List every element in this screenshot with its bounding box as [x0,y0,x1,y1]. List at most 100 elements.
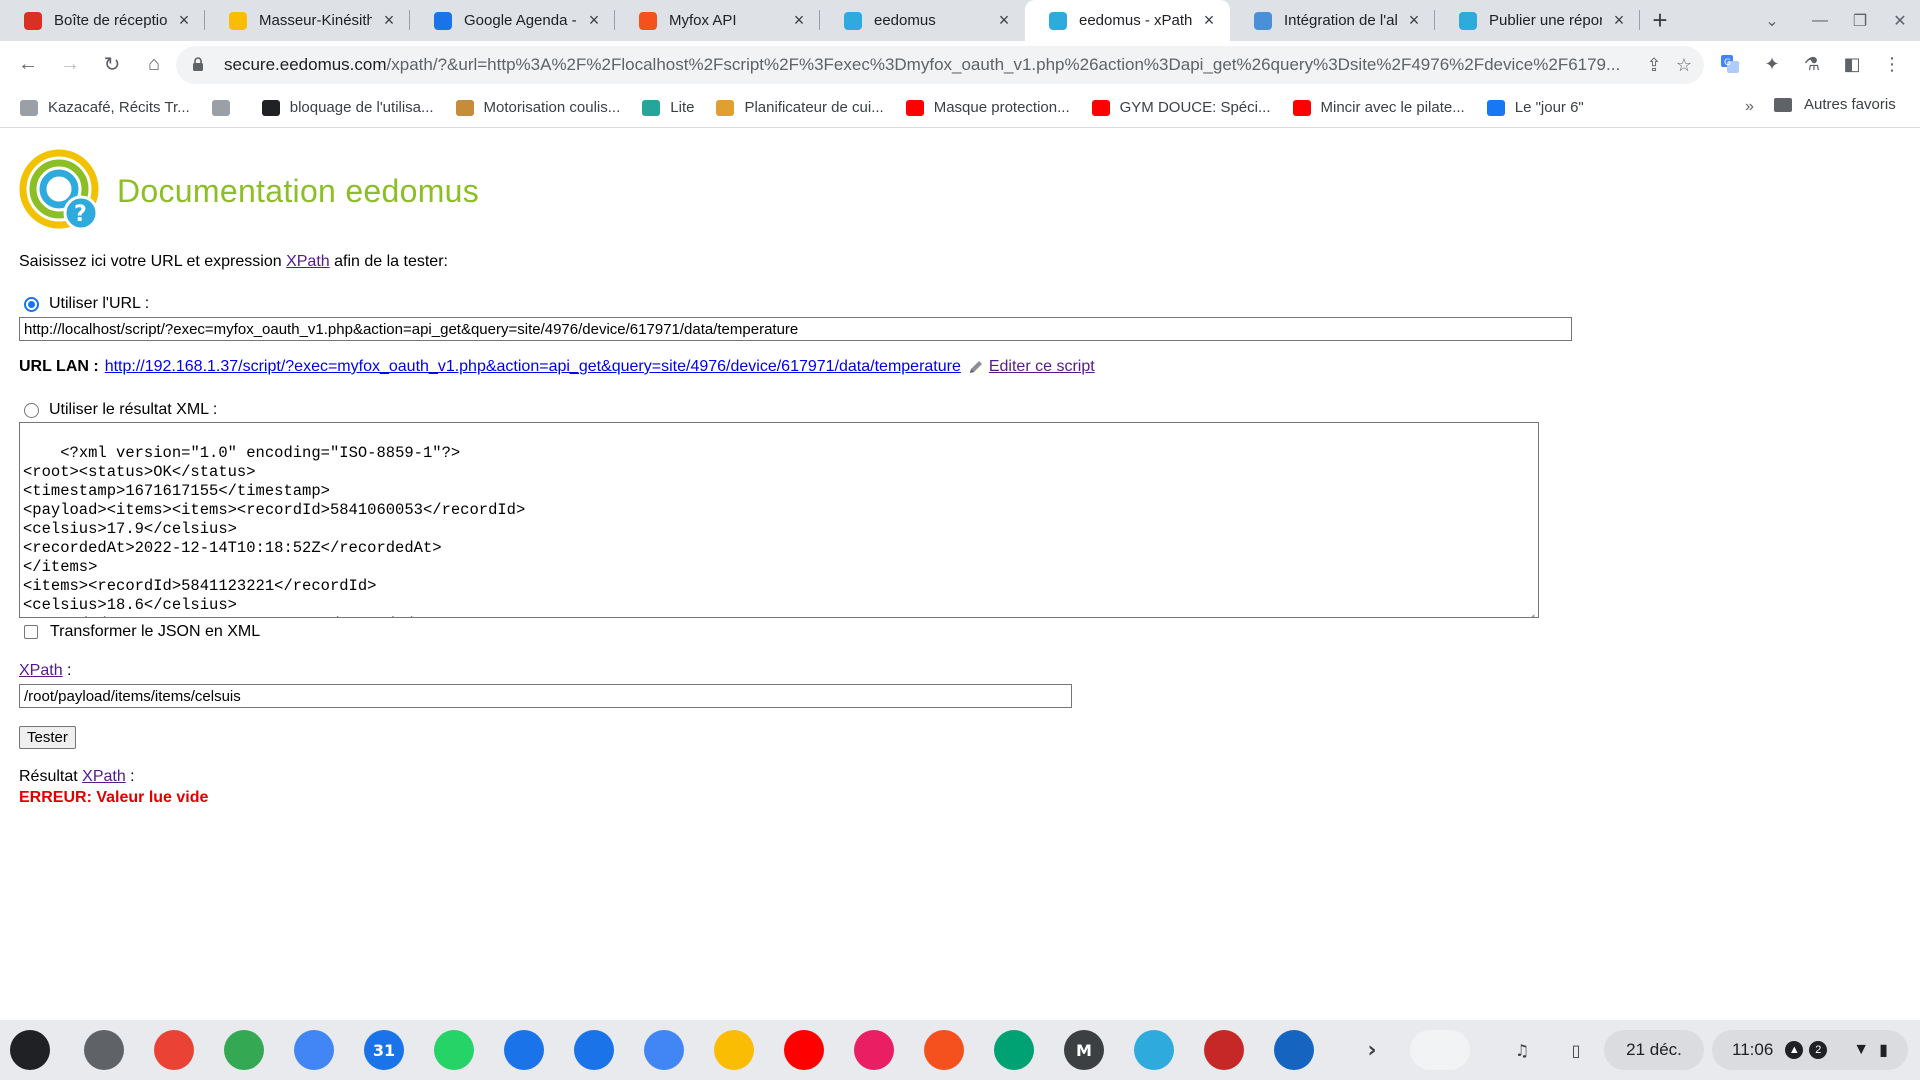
browser-tab[interactable]: Intégration de l'ala × [1230,0,1435,41]
address-url[interactable]: secure.eedomus.com/xpath/?&url=http%3A%2… [224,55,1624,75]
close-window-icon[interactable]: ✕ [1880,0,1920,41]
close-tab-icon[interactable]: × [790,10,808,31]
m-icon[interactable]: M [1064,1030,1104,1070]
tab-title: Google Agenda - S [464,12,577,29]
bookmark-item[interactable] [211,99,240,116]
play-store-icon[interactable] [994,1030,1034,1070]
xml-option[interactable]: Utiliser le résultat XML : [24,401,217,419]
labs-icon[interactable]: ⚗ [1794,46,1830,82]
xpath-label-link[interactable]: XPath [19,662,63,679]
url-lan-row: URL LAN : http://192.168.1.37/script/?ex… [19,358,1095,376]
phone-hub-icon[interactable]: ▯ [1556,1030,1596,1070]
bookmark-item[interactable]: GYM DOUCE: Spéci... [1091,99,1271,116]
overflow-chevron-icon[interactable]: › [1352,1030,1392,1070]
app-arrow-icon[interactable] [854,1030,894,1070]
lock-icon[interactable] [192,57,206,73]
status-area[interactable]: 11:06 ▲ 2 ▼ ▮ [1712,1030,1908,1070]
eedomus-app-icon[interactable] [1134,1030,1174,1070]
result-label-text: Résultat [19,768,83,785]
gmail-icon[interactable] [154,1030,194,1070]
tab-search-icon[interactable]: ⌄ [1752,0,1792,41]
browser-tab[interactable]: Publier une répons × [1435,0,1640,41]
url-radio[interactable] [24,296,39,312]
date-display[interactable]: 21 déc. [1604,1030,1704,1070]
bouygues-icon[interactable] [1274,1030,1314,1070]
xpath-doc-link[interactable]: XPath [286,253,330,270]
drive-icon[interactable] [224,1030,264,1070]
url-input[interactable] [19,317,1572,341]
close-tab-icon[interactable]: × [1200,10,1218,31]
folder-icon [1774,97,1792,112]
back-icon[interactable]: ← [10,47,46,83]
settings-icon[interactable] [84,1030,124,1070]
browser-tab[interactable]: Google Agenda - S × [410,0,615,41]
url-lan-link[interactable]: http://192.168.1.37/script/?exec=myfox_o… [105,358,961,376]
files-icon[interactable] [644,1030,684,1070]
json-to-xml-checkbox[interactable] [24,625,38,639]
intro-label: Saisissez ici votre URL et expression [19,253,282,270]
other-bookmarks[interactable]: Autres favoris [1774,96,1896,113]
new-tab-button[interactable]: + [1640,0,1680,41]
bookmarks-overflow-icon[interactable]: » [1745,98,1754,116]
home-icon[interactable]: ⌂ [136,47,172,83]
xml-textarea[interactable]: <?xml version="1.0" encoding="ISO-8859-1… [19,422,1539,618]
xml-radio[interactable] [24,402,39,418]
bookmark-item[interactable]: Masque protection... [905,99,1070,116]
result-xpath-link[interactable]: XPath [82,768,126,785]
photos-icon[interactable] [714,1030,754,1070]
eedomus-logo-icon: ? [19,149,99,231]
result-error: ERREUR: Valeur lue vide [19,789,209,806]
eedomus-icon [1049,11,1067,30]
myfox-icon[interactable] [924,1030,964,1070]
airplane-app-icon[interactable] [1204,1030,1244,1070]
close-tab-icon[interactable]: × [995,10,1013,31]
bookmark-item[interactable]: Motorisation coulis... [455,99,620,116]
pencil-icon[interactable] [967,358,985,376]
translate-icon[interactable]: G [1712,46,1748,82]
bookmark-item[interactable]: bloquage de l'utilisa... [261,99,434,116]
share-icon[interactable]: ⇪ [1644,55,1664,75]
edit-script-link[interactable]: Editer ce script [989,358,1095,376]
close-tab-icon[interactable]: × [585,10,603,31]
side-panel-icon[interactable]: ◧ [1834,46,1870,82]
media-controls-icon[interactable]: ♫ [1502,1030,1542,1070]
bookmark-item[interactable]: Planificateur de cui... [716,99,884,116]
address-bar[interactable]: secure.eedomus.com/xpath/?&url=http%3A%2… [176,46,1704,84]
calendar-icon[interactable]: 31 [364,1030,404,1070]
xpath-input[interactable] [19,684,1072,708]
test-button[interactable]: Tester [19,726,76,749]
restore-icon[interactable]: ❐ [1840,0,1880,41]
url-option[interactable]: Utiliser l'URL : [24,295,149,313]
reload-icon[interactable]: ↻ [94,47,130,83]
battery-icon: ▮ [1879,1042,1888,1059]
bookmark-item[interactable]: Mincir avec le pilate... [1292,99,1465,116]
minimize-icon[interactable]: — [1800,0,1840,41]
smiley-icon [229,11,247,30]
menu-icon[interactable]: ⋮ [1874,46,1910,82]
extensions-icon[interactable]: ✦ [1754,46,1790,82]
forward-icon[interactable]: → [52,47,88,83]
json-to-xml-option[interactable]: Transformer le JSON en XML [24,623,260,641]
browser-tab[interactable]: eedomus × [820,0,1025,41]
resize-handle-icon[interactable]: ◢ [1529,608,1537,617]
browser-tab[interactable]: Myfox API × [615,0,820,41]
close-tab-icon[interactable]: × [1610,10,1628,31]
browser-tab[interactable]: Masseur-Kinésithé × [205,0,410,41]
bookmark-star-icon[interactable]: ☆ [1674,55,1694,75]
contacts-icon[interactable] [574,1030,614,1070]
browser-tab[interactable]: Boîte de réception × [0,0,205,41]
holding-space[interactable] [1410,1030,1470,1070]
whatsapp-icon[interactable] [434,1030,474,1070]
youtube-icon[interactable] [784,1030,824,1070]
close-tab-icon[interactable]: × [1405,10,1423,31]
avatar-icon [455,99,474,116]
bookmark-item[interactable]: Kazacafé, Récits Tr... [20,99,190,116]
messages-icon[interactable] [504,1030,544,1070]
browser-tab[interactable]: eedomus - xPath × [1025,0,1230,41]
close-tab-icon[interactable]: × [380,10,398,31]
bookmark-item[interactable]: Le "jour 6" [1486,99,1584,116]
launcher-icon[interactable] [10,1030,50,1070]
chrome-icon[interactable] [294,1030,334,1070]
bookmark-item[interactable]: Lite [642,99,694,116]
close-tab-icon[interactable]: × [175,10,193,31]
